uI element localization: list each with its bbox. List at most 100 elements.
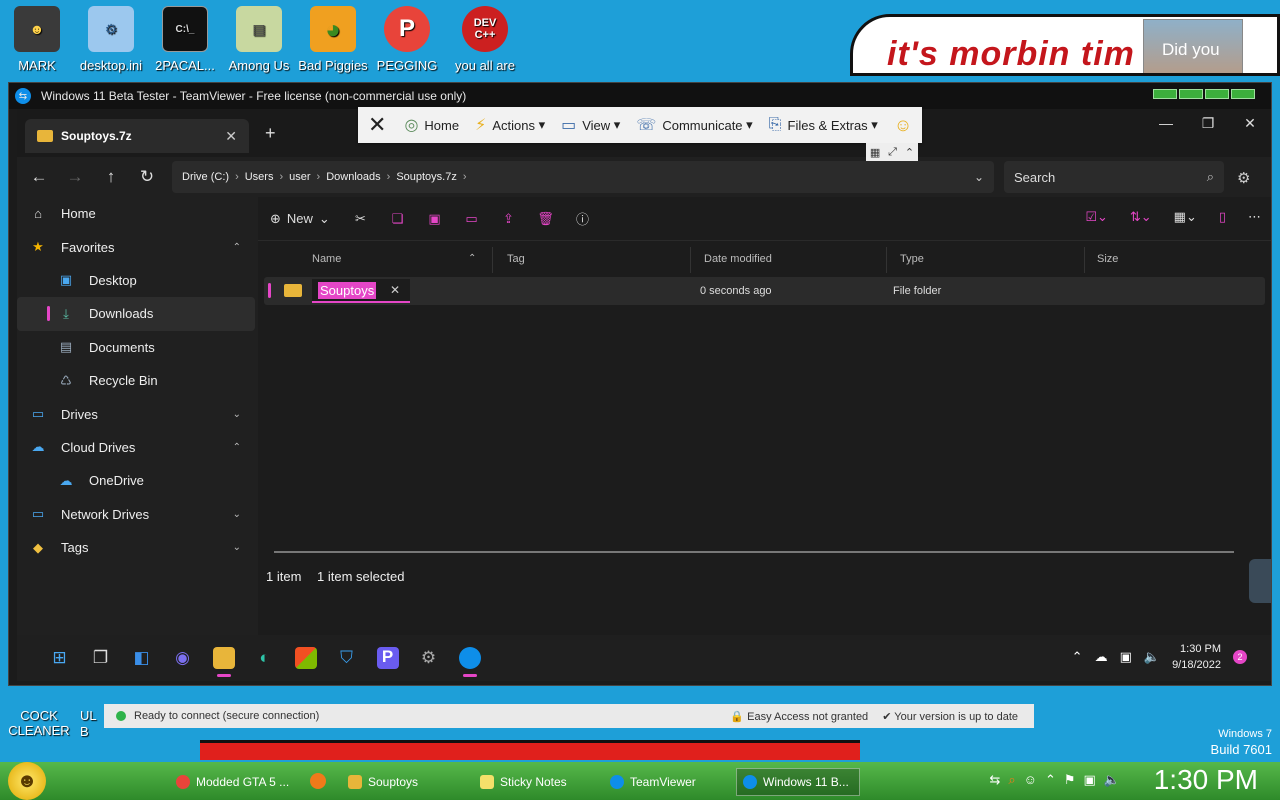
cancel-rename-icon[interactable]: ✕ — [390, 283, 400, 297]
p-app-icon[interactable]: P — [367, 635, 408, 681]
edge-icon[interactable]: ◐ — [244, 635, 285, 681]
paste-button[interactable]: ▣ — [416, 211, 453, 227]
task-teamviewer[interactable]: TeamViewer — [604, 768, 728, 796]
host-clock[interactable]: 1:30 PM — [1154, 764, 1258, 796]
properties-button[interactable]: ⓘ — [564, 209, 601, 228]
column-size[interactable]: Size — [1097, 253, 1118, 265]
maximize-button[interactable]: ❐ — [1187, 115, 1229, 132]
chat-icon[interactable]: ◉ — [162, 635, 203, 681]
fullscreen-icon[interactable]: ⤢ — [888, 146, 897, 159]
breadcrumb-drive[interactable]: Drive (C:) — [182, 171, 229, 183]
files-extras-button[interactable]: ⎘ Files & Extras ▾ — [761, 107, 886, 143]
layout-button[interactable]: ▦⌄ — [1174, 209, 1197, 225]
teamviewer-titlebar[interactable]: ⇆ Windows 11 Beta Tester - TeamViewer - … — [9, 83, 1271, 109]
breadcrumb-downloads[interactable]: Downloads — [326, 171, 380, 183]
horizontal-scrollbar[interactable] — [274, 551, 1234, 553]
minimize-button[interactable]: — — [1145, 115, 1187, 132]
volume-icon[interactable]: 🔈 — [1104, 772, 1120, 788]
desktop-icon-partial[interactable]: UL B — [80, 708, 96, 740]
communicate-button[interactable]: ☏ Communicate ▾ — [628, 107, 760, 143]
sidebar-item-drives[interactable]: ▭ Drives ⌄ — [17, 397, 255, 430]
sidebar-item-home[interactable]: ⌂ Home — [17, 197, 255, 230]
breadcrumb-souptoys[interactable]: Souptoys.7z — [396, 171, 457, 183]
clock[interactable]: 1:30 PM 9/18/2022 — [1172, 641, 1221, 673]
teamviewer-tray-icon[interactable]: ⇆ — [989, 772, 1000, 788]
up-button[interactable]: ↑ — [93, 167, 129, 187]
chevron-up-icon[interactable]: ⌃ — [233, 242, 241, 253]
sidebar-item-network-drives[interactable]: ▭ Network Drives ⌄ — [17, 498, 255, 531]
actions-button[interactable]: ⚡ Actions ▾ — [467, 107, 553, 143]
refresh-button[interactable]: ↻ — [129, 167, 165, 187]
sidebar-item-downloads[interactable]: ⤓ Downloads — [17, 297, 255, 331]
task-windows11[interactable]: Windows 11 B... — [736, 768, 860, 796]
task-sticky-notes[interactable]: Sticky Notes — [474, 768, 598, 796]
column-type[interactable]: Type — [900, 253, 924, 265]
close-tab-icon[interactable]: ✕ — [225, 128, 237, 145]
task-modded-gta[interactable]: Modded GTA 5 ... — [170, 768, 290, 796]
column-date-modified[interactable]: Date modified — [704, 253, 772, 265]
file-explorer-taskbar-icon[interactable] — [203, 635, 244, 681]
desktop-icon-among-us[interactable]: ▤ Among Us — [222, 6, 296, 73]
rename-field[interactable]: Souptoys ✕ — [312, 279, 410, 303]
action-center-flag-icon[interactable]: ⚑ — [1064, 772, 1076, 788]
back-button[interactable]: ← — [21, 167, 57, 187]
chevron-up-icon[interactable]: ⌃ — [233, 442, 241, 453]
task-souptoys[interactable]: Souptoys — [342, 768, 466, 796]
settings-gear-icon[interactable]: ⚙ — [1237, 169, 1250, 187]
teamviewer-side-handle[interactable] — [1249, 559, 1271, 603]
select-mode-button[interactable]: ☑⌄ — [1085, 209, 1108, 225]
desktop-icon-cock-cleaner[interactable]: COCK CLEANER — [4, 690, 74, 738]
rename-input-text[interactable]: Souptoys — [318, 281, 377, 299]
desktop-icon-dev-cpp[interactable]: DEV C++ you all are — [448, 6, 522, 73]
teamviewer-taskbar-icon[interactable] — [449, 635, 490, 681]
search-input[interactable]: Search ⌕ — [1004, 161, 1224, 193]
grip-icon[interactable]: ▦ — [870, 146, 880, 159]
home-button[interactable]: ◎ Home — [396, 107, 467, 143]
copy-button[interactable]: ❏ — [379, 211, 416, 227]
chevron-down-icon[interactable]: ⌄ — [233, 542, 241, 553]
new-button[interactable]: ⊕ New ⌄ — [270, 211, 342, 227]
breadcrumb-user[interactable]: user — [289, 171, 310, 183]
breadcrumb-users[interactable]: Users — [245, 171, 274, 183]
preview-pane-button[interactable]: ▯ — [1219, 209, 1226, 225]
chevron-up-icon[interactable]: ⌃ — [1045, 772, 1056, 788]
column-name[interactable]: Name — [312, 253, 341, 265]
task-view-icon[interactable]: ❐ — [80, 635, 121, 681]
defender-shield-icon[interactable]: ⛉ — [326, 635, 367, 681]
desktop-icon-2pacal[interactable]: C:\_ 2PACAL... — [148, 6, 222, 73]
search-tray-icon[interactable]: ⌕ — [1008, 772, 1015, 788]
chevron-down-icon[interactable]: ⌄ — [974, 170, 984, 184]
sidebar-item-recycle-bin[interactable]: ♺ Recycle Bin — [17, 364, 255, 397]
settings-icon[interactable]: ⚙ — [408, 635, 449, 681]
share-button[interactable]: ⇪ — [490, 211, 527, 227]
sidebar-item-documents[interactable]: ▤ Documents — [17, 331, 255, 364]
network-icon[interactable]: ▣ — [1120, 649, 1132, 665]
close-window-button[interactable]: ✕ — [1229, 115, 1271, 132]
firefox-icon[interactable] — [310, 773, 326, 789]
desktop-icon-desktop-ini[interactable]: ⚙ desktop.ini — [74, 6, 148, 73]
collapse-toolbar-icon[interactable]: ⌃ — [905, 146, 914, 159]
volume-icon[interactable]: 🔈 — [1144, 649, 1160, 665]
sidebar-item-cloud-drives[interactable]: ☁ Cloud Drives ⌃ — [17, 431, 255, 464]
smiley-feedback-icon[interactable]: ☺ — [886, 107, 920, 143]
start-orb-smiley-icon[interactable]: ☻ — [8, 762, 46, 800]
table-row[interactable]: Souptoys ✕ 0 seconds ago File folder — [264, 277, 1265, 305]
chat-tray-icon[interactable]: ☺ — [1024, 772, 1037, 788]
cut-button[interactable]: ✂ — [342, 211, 379, 227]
desktop-icon-mark[interactable]: ☻ MARK — [0, 6, 74, 73]
delete-button[interactable]: 🗑 — [527, 211, 564, 227]
sidebar-item-tags[interactable]: ◆ Tags ⌄ — [17, 531, 255, 564]
network-icon[interactable]: ▣ — [1084, 772, 1096, 788]
notification-badge[interactable]: 2 — [1233, 650, 1247, 664]
desktop-icon-bad-piggies[interactable]: ◕ Bad Piggies — [296, 6, 370, 73]
sort-button[interactable]: ⇅⌄ — [1130, 209, 1152, 225]
sidebar-item-desktop[interactable]: ▣ Desktop — [17, 264, 255, 297]
column-tag[interactable]: Tag — [507, 253, 525, 265]
onedrive-cloud-icon[interactable]: ☁ — [1095, 649, 1108, 665]
chevron-up-icon[interactable]: ⌃ — [1072, 649, 1083, 665]
chevron-down-icon[interactable]: ⌄ — [233, 509, 241, 520]
forward-button[interactable]: → — [57, 167, 93, 187]
view-button[interactable]: ▭ View ▾ — [553, 107, 628, 143]
rename-button[interactable]: ▭ — [453, 211, 490, 227]
desktop-icon-pegging[interactable]: P PEGGING — [370, 6, 444, 73]
